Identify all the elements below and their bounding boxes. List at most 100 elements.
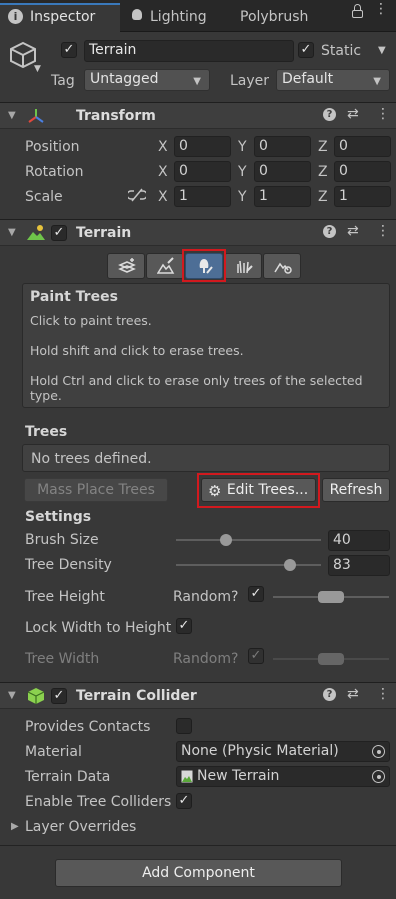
icon-dropdown-arrow[interactable]: ▼: [34, 64, 41, 74]
refresh-button[interactable]: Refresh: [322, 478, 390, 502]
enable-tree-colliders-label: Enable Tree Colliders: [25, 794, 172, 810]
terrain-data-object-field[interactable]: New Terrain: [176, 766, 390, 787]
tree-density-slider-track[interactable]: [176, 564, 321, 566]
enable-tree-colliders-checkbox[interactable]: ✓: [176, 793, 192, 809]
tree-density-slider-thumb[interactable]: [284, 559, 296, 571]
presets-icon[interactable]: ⇄: [347, 686, 359, 702]
tag-value: Untagged: [90, 71, 159, 87]
axis-y-label[interactable]: Y: [238, 139, 247, 155]
axis-z-label[interactable]: Z: [318, 189, 328, 205]
transform-header[interactable]: ▼ Transform ? ⇄ ⋮: [0, 102, 396, 129]
tree-width-label: Tree Width: [25, 651, 100, 667]
provides-contacts-checkbox[interactable]: [176, 718, 192, 734]
transform-title: Transform: [76, 108, 156, 124]
help-icon[interactable]: ?: [323, 108, 336, 121]
scale-z-field[interactable]: 1: [334, 186, 391, 207]
brush-size-slider-track[interactable]: [176, 539, 321, 541]
tree-height-random-checkbox[interactable]: ✓: [248, 586, 264, 602]
static-checkbox[interactable]: ✓: [298, 42, 314, 58]
axis-z-label[interactable]: Z: [318, 139, 328, 155]
tree-height-minmax-thumb[interactable]: [318, 591, 344, 603]
paint-terrain-tool[interactable]: [146, 253, 184, 279]
more-options-icon[interactable]: ⋮: [374, 2, 388, 26]
terrain-collider-title: Terrain Collider: [76, 688, 197, 704]
rotation-y-field[interactable]: 0: [254, 161, 311, 182]
scale-label: Scale: [25, 189, 63, 205]
tree-density-label: Tree Density: [25, 557, 112, 573]
transform-axes-icon: [26, 107, 46, 129]
position-z-field[interactable]: 0: [334, 136, 391, 157]
axis-x-label[interactable]: X: [158, 139, 168, 155]
rotation-x-field[interactable]: 0: [174, 161, 231, 182]
paint-details-tool[interactable]: [224, 253, 262, 279]
layer-overrides-label[interactable]: Layer Overrides: [25, 819, 136, 835]
tree-width-random-checkbox[interactable]: ✓: [248, 648, 264, 664]
position-x-field[interactable]: 0: [174, 136, 231, 157]
terrain-header[interactable]: ▼ ✓ Terrain ? ⇄ ⋮: [0, 219, 396, 246]
constrain-proportions-icon[interactable]: [126, 188, 148, 206]
components-end-divider: [0, 845, 396, 846]
presets-icon[interactable]: ⇄: [347, 106, 359, 122]
rotation-z-field[interactable]: 0: [334, 161, 391, 182]
object-picker-dot: [377, 775, 381, 779]
axis-y-label[interactable]: Y: [238, 164, 247, 180]
component-menu-icon[interactable]: ⋮: [376, 686, 390, 702]
static-label: Static: [321, 43, 362, 59]
terrain-enabled-checkbox[interactable]: ✓: [51, 225, 67, 241]
help-icon[interactable]: ?: [323, 688, 336, 701]
help-icon[interactable]: ?: [323, 225, 336, 238]
brush-size-label: Brush Size: [25, 532, 99, 548]
material-object-field[interactable]: None (Physic Material): [176, 741, 390, 762]
component-menu-icon[interactable]: ⋮: [376, 106, 390, 122]
tab-polybrush-label: Polybrush: [240, 9, 309, 25]
brush-size-field[interactable]: 40: [328, 530, 390, 551]
chevron-down-icon: ▼: [373, 76, 381, 87]
object-picker-dot: [377, 750, 381, 754]
foldout-arrow-icon[interactable]: ▼: [8, 110, 16, 121]
no-trees-message: No trees defined.: [31, 451, 152, 467]
terrain-data-label: Terrain Data: [25, 769, 111, 785]
create-neighbor-terrains-tool[interactable]: [107, 253, 145, 279]
mass-place-trees-button[interactable]: Mass Place Trees: [24, 478, 168, 502]
terrain-collider-header[interactable]: ▼ ✓ Terrain Collider ? ⇄ ⋮: [0, 682, 396, 709]
lock-width-checkbox[interactable]: ✓: [176, 618, 192, 634]
mass-place-trees-label: Mass Place Trees: [37, 482, 155, 498]
layer-overrides-foldout-icon[interactable]: ▶: [11, 821, 19, 832]
active-checkbox[interactable]: ✓: [61, 42, 77, 58]
tree-height-random-label: Random?: [173, 589, 239, 605]
layer-dropdown[interactable]: Default ▼: [276, 69, 390, 91]
lock-icon[interactable]: [352, 10, 363, 18]
help-line-2: Hold shift and click to erase trees.: [30, 343, 244, 358]
tab-inspector[interactable]: i Inspector: [0, 3, 120, 32]
brush-size-slider-thumb[interactable]: [220, 534, 232, 546]
trees-section-label: Trees: [25, 424, 68, 440]
object-name-field[interactable]: Terrain: [84, 40, 294, 62]
tab-inspector-label: Inspector: [30, 9, 96, 25]
terrain-settings-tool[interactable]: [263, 253, 301, 279]
foldout-arrow-icon[interactable]: ▼: [8, 690, 16, 701]
component-menu-icon[interactable]: ⋮: [376, 223, 390, 239]
tree-density-field[interactable]: 83: [328, 555, 390, 576]
axis-y-label[interactable]: Y: [238, 189, 247, 205]
terrain-data-value: New Terrain: [197, 768, 280, 784]
provides-contacts-label: Provides Contacts: [25, 719, 151, 735]
axis-x-label[interactable]: X: [158, 164, 168, 180]
tree-height-label: Tree Height: [25, 589, 105, 605]
axis-z-label[interactable]: Z: [318, 164, 328, 180]
position-y-field[interactable]: 0: [254, 136, 311, 157]
material-value: None (Physic Material): [181, 743, 339, 759]
axis-x-label[interactable]: X: [158, 189, 168, 205]
tag-dropdown[interactable]: Untagged ▼: [84, 69, 210, 91]
scale-x-field[interactable]: 1: [174, 186, 231, 207]
lightbulb-icon: [132, 9, 142, 20]
foldout-arrow-icon[interactable]: ▼: [8, 227, 16, 238]
tab-polybrush[interactable]: Polybrush: [228, 3, 324, 31]
scale-y-field[interactable]: 1: [254, 186, 311, 207]
tab-lighting[interactable]: Lighting: [122, 3, 226, 31]
presets-icon[interactable]: ⇄: [347, 223, 359, 239]
static-dropdown-arrow[interactable]: ▼: [378, 45, 386, 56]
add-component-button[interactable]: Add Component: [55, 859, 342, 887]
refresh-label: Refresh: [329, 482, 383, 498]
collider-enabled-checkbox[interactable]: ✓: [51, 688, 67, 704]
tree-width-minmax-thumb[interactable]: [318, 653, 344, 665]
